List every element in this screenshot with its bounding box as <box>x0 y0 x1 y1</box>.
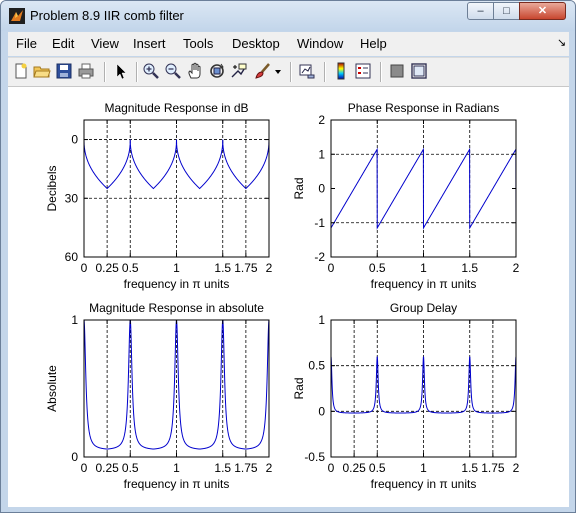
minimize-button[interactable]: – <box>467 2 494 20</box>
x-axis-label: frequency in π units <box>124 477 230 491</box>
window-title: Problem 8.9 IIR comb filter <box>30 8 184 23</box>
y-tick-label: 2 <box>318 113 325 127</box>
x-tick-label: 0 <box>81 261 88 275</box>
y-tick-label: -2 <box>314 250 325 264</box>
x-tick-label: 1 <box>173 461 180 475</box>
y-tick-label: -0.5 <box>304 450 325 464</box>
new-figure-icon[interactable] <box>12 62 30 80</box>
colorbar-icon[interactable] <box>332 62 350 80</box>
figure-toolbar <box>8 57 569 86</box>
x-tick-label: 1.5 <box>214 261 231 275</box>
menu-file[interactable]: File <box>16 36 37 51</box>
y-axis-label: Rad <box>292 177 306 199</box>
y-axis-label: Rad <box>292 377 306 399</box>
axes-1: 0 0.25 0.5 1 1.5 1.75 2 0 30 60 Magnitude Response… <box>45 101 273 291</box>
y-tick-label: 1 <box>71 313 78 327</box>
menu-insert[interactable]: Insert <box>133 36 166 51</box>
figure-canvas: 0 0.25 0.5 1 1.5 1.75 2 0 30 60 Magnitude Response… <box>8 86 569 507</box>
menu-window[interactable]: Window <box>297 36 343 51</box>
chart-title: Magnitude Response in absolute <box>89 301 264 315</box>
rotate-3d-icon[interactable] <box>208 62 226 80</box>
x-tick-label: 1 <box>173 261 180 275</box>
open-file-icon[interactable] <box>33 62 51 80</box>
hide-plot-tools-icon[interactable] <box>388 62 406 80</box>
toolbar-separator <box>104 62 106 82</box>
x-tick-label: 1.75 <box>234 261 258 275</box>
x-tick-label: 0 <box>81 461 88 475</box>
y-tick-label: 0.5 <box>308 359 325 373</box>
axes-2: 0 0.5 1 1.5 2 -2 -1 0 1 2 Phase Response in Radian… <box>292 101 520 291</box>
data-cursor-icon[interactable] <box>230 62 248 80</box>
pointer-icon[interactable] <box>112 62 130 80</box>
print-icon[interactable] <box>77 62 95 80</box>
x-tick-label: 0.5 <box>369 461 386 475</box>
menu-view[interactable]: View <box>91 36 119 51</box>
chart-title: Phase Response in Radians <box>348 101 499 115</box>
brush-icon[interactable] <box>254 62 272 80</box>
x-tick-label: 0 <box>328 461 335 475</box>
zoom-in-icon[interactable] <box>142 62 160 80</box>
menu-help[interactable]: Help <box>360 36 387 51</box>
x-tick-label: 0 <box>328 261 335 275</box>
x-axis-label: frequency in π units <box>124 277 230 291</box>
x-tick-label: 1.5 <box>461 461 478 475</box>
menu-edit[interactable]: Edit <box>52 36 74 51</box>
legend-icon[interactable] <box>354 62 372 80</box>
save-icon[interactable] <box>55 62 73 80</box>
brush-dropdown-icon[interactable] <box>274 62 282 80</box>
x-tick-label: 1.5 <box>461 261 478 275</box>
maximize-button[interactable]: □ <box>493 2 520 20</box>
zoom-out-icon[interactable] <box>164 62 182 80</box>
toolbar-separator <box>290 62 292 82</box>
x-tick-label: 0.25 <box>95 461 119 475</box>
y-tick-label: -1 <box>314 216 325 230</box>
x-tick-label: 1.5 <box>214 461 231 475</box>
menu-tools[interactable]: Tools <box>183 36 213 51</box>
menu-desktop[interactable]: Desktop <box>232 36 280 51</box>
y-tick-label: 0 <box>318 182 325 196</box>
figure-window: Problem 8.9 IIR comb filter – □ ✕ File E… <box>0 0 576 513</box>
menu-bar: File Edit View Insert Tools Desktop Wind… <box>8 32 569 56</box>
pan-hand-icon[interactable] <box>186 62 204 80</box>
y-tick-label: 60 <box>65 250 79 264</box>
x-axis-label: frequency in π units <box>371 477 477 491</box>
x-tick-label: 0.25 <box>95 261 119 275</box>
x-tick-label: 2 <box>266 461 273 475</box>
x-axis-label: frequency in π units <box>371 277 477 291</box>
x-tick-label: 0.5 <box>122 461 139 475</box>
y-tick-label: 1 <box>318 313 325 327</box>
toolbar-separator <box>380 62 382 82</box>
x-tick-label: 2 <box>513 461 520 475</box>
title-bar[interactable]: Problem 8.9 IIR comb filter – □ ✕ <box>1 1 575 31</box>
toolbar-separator <box>324 62 326 82</box>
x-tick-label: 1.75 <box>481 461 505 475</box>
y-tick-label: 30 <box>65 191 79 205</box>
dock-arrow-icon[interactable]: ↘ <box>557 36 566 49</box>
link-plot-icon[interactable] <box>298 62 316 80</box>
axes-4: 0 0.25 0.5 1 1.5 1.75 2-0.500.51Group Delayfre… <box>292 301 520 491</box>
chart-title: Magnitude Response in dB <box>104 101 248 115</box>
y-tick-label: 0 <box>71 450 78 464</box>
y-tick-label: 0 <box>318 404 325 418</box>
toolbar-separator <box>136 62 138 82</box>
y-tick-label: 0 <box>71 133 78 147</box>
y-axis-label: Decibels <box>45 165 59 211</box>
matlab-figure-icon <box>9 8 25 24</box>
y-axis-label: Absolute <box>45 365 59 412</box>
axes-3: 0 0.25 0.5 1 1.5 1.75 2 0 1 Magnitude Response in… <box>45 301 273 491</box>
x-tick-label: 2 <box>266 261 273 275</box>
show-plot-tools-icon[interactable] <box>410 62 428 80</box>
close-button[interactable]: ✕ <box>519 2 566 20</box>
x-tick-label: 1 <box>420 461 427 475</box>
x-tick-label: 0.5 <box>369 261 386 275</box>
y-tick-label: 1 <box>318 147 325 161</box>
x-tick-label: 1.75 <box>234 461 258 475</box>
chart-title: Group Delay <box>390 301 457 315</box>
plots-svg: 0 0.25 0.5 1 1.5 1.75 203060Magnitude Response… <box>45 101 520 491</box>
x-tick-label: 0.25 <box>342 461 366 475</box>
x-tick-label: 1 <box>420 261 427 275</box>
x-tick-label: 2 <box>513 261 520 275</box>
x-tick-label: 0.5 <box>122 261 139 275</box>
